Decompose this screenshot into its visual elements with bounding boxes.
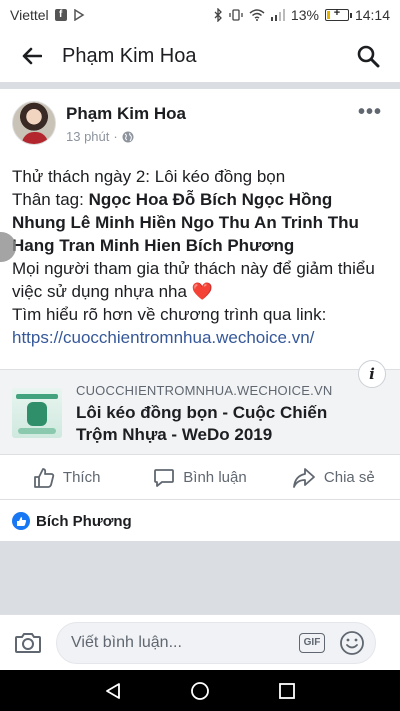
link-thumbnail: [12, 388, 62, 438]
carrier-name: Viettel: [10, 7, 49, 23]
facebook-notification-icon: f: [54, 9, 67, 21]
battery-percent: 13%: [290, 7, 319, 23]
meta-separator: ·: [113, 129, 118, 144]
comment-button[interactable]: Bình luận: [133, 467, 266, 489]
link-title: Lôi kéo đồng bọn - Cuộc Chiến Trộm Nhựa …: [76, 403, 328, 444]
gif-button[interactable]: GIF: [299, 632, 325, 653]
vibrate-icon: [229, 9, 243, 21]
smiley-icon[interactable]: [339, 630, 365, 656]
speech-bubble-icon: [154, 468, 175, 487]
nav-back-button[interactable]: [98, 676, 128, 706]
globe-icon: [122, 131, 134, 142]
post-header: Phạm Kim Hoa 13 phút · •••: [0, 89, 400, 155]
search-icon: [357, 45, 380, 68]
triangle-back-icon: [106, 682, 121, 699]
charging-icon: +: [333, 7, 341, 19]
more-horizontal-icon: •••: [357, 101, 382, 123]
post-time[interactable]: 13 phút: [66, 129, 109, 144]
signal-icon: [270, 9, 285, 21]
arrow-left-icon: [22, 47, 42, 65]
more-options-button[interactable]: •••: [358, 101, 382, 124]
comment-input-box: GIF: [56, 621, 376, 664]
comment-input[interactable]: [71, 633, 299, 652]
page-title: Phạm Kim Hoa: [62, 44, 197, 67]
post-line-info: Tìm hiểu rõ hơn về chương trình qua link…: [12, 305, 327, 324]
clock: 14:14: [354, 7, 390, 23]
avatar[interactable]: [12, 101, 56, 145]
post-actions: Thích Bình luận Chia sẻ: [0, 456, 400, 500]
like-label: Thích: [62, 469, 101, 486]
nav-home-button[interactable]: [185, 676, 215, 706]
circle-home-icon: [191, 681, 209, 700]
post-line-message: Mọi người tham gia thử thách này để giảm…: [12, 257, 388, 303]
media-play-icon: [73, 9, 85, 21]
battery-icon: +: [324, 7, 352, 21]
share-label: Chia sẻ: [323, 469, 375, 486]
share-button[interactable]: Chia sẻ: [267, 467, 400, 489]
reactor-names: Bích Phương: [36, 512, 132, 530]
search-button[interactable]: [350, 38, 386, 74]
like-button[interactable]: Thích: [0, 467, 133, 489]
post-meta: Phạm Kim Hoa 13 phút ·: [66, 104, 186, 155]
heart-emoji: ❤️: [191, 282, 213, 301]
square-recents-icon: [278, 682, 295, 699]
nav-recents-button[interactable]: [272, 676, 302, 706]
status-right: 13% + 14:14: [213, 7, 390, 23]
post-time-row: 13 phút ·: [66, 129, 186, 144]
camera-button[interactable]: [10, 625, 46, 661]
comment-composer: GIF: [0, 614, 400, 670]
status-bar: Viettel f 13% + 14:14: [0, 0, 400, 30]
status-left: Viettel f: [10, 7, 85, 23]
info-button[interactable]: i: [358, 360, 386, 388]
post-line-tags: Thân tag: Ngọc Hoa Đỗ Bích Ngọc Hồng Nhu…: [12, 188, 388, 257]
comment-label: Bình luận: [183, 469, 247, 486]
header-divider: [0, 82, 400, 89]
post: Phạm Kim Hoa 13 phút · ••• Thử thách ngà…: [0, 89, 400, 349]
tag-prefix: Thân tag:: [12, 190, 89, 209]
link-domain: CUOCCHIENTROMNHUA.WECHOICE.VN: [76, 383, 333, 398]
thumbs-up-icon: [34, 467, 55, 488]
info-icon: i: [369, 365, 375, 383]
share-arrow-icon: [292, 467, 315, 488]
back-button[interactable]: [14, 38, 50, 74]
camera-icon: [15, 632, 41, 653]
comments-area: [0, 541, 400, 614]
post-link[interactable]: https://cuocchientromnhua.wechoice.vn/: [12, 326, 388, 349]
system-nav-bar: [0, 670, 400, 711]
post-author[interactable]: Phạm Kim Hoa: [66, 104, 186, 124]
link-preview-card[interactable]: CUOCCHIENTROMNHUA.WECHOICE.VN Lôi kéo đồ…: [0, 360, 400, 455]
post-body: Thử thách ngày 2: Lôi kéo đồng bọn Thân …: [0, 155, 400, 349]
link-preview-text: CUOCCHIENTROMNHUA.WECHOICE.VN Lôi kéo đồ…: [76, 383, 366, 454]
app-header: Phạm Kim Hoa: [0, 30, 400, 82]
like-reaction-icon: [12, 512, 30, 530]
wifi-icon: [249, 9, 265, 21]
reactions-summary[interactable]: Bích Phương: [0, 501, 400, 541]
bluetooth-icon: [214, 8, 222, 22]
post-line-challenge: Thử thách ngày 2: Lôi kéo đồng bọn: [12, 167, 286, 186]
